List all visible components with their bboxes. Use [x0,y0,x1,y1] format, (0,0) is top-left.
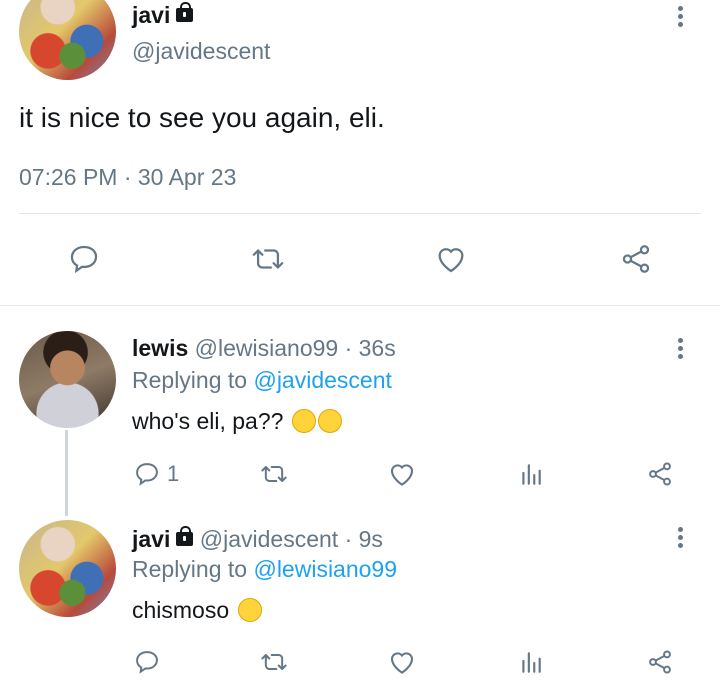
rolling-eyes-emoji [237,598,262,622]
lock-icon [176,2,194,22]
like-icon[interactable] [385,646,419,678]
lock-icon [176,526,194,546]
handle-time[interactable]: @lewisiano99 · 36s [195,335,396,361]
author-line: javi @javidescent · 9s [132,524,383,554]
share-icon[interactable] [643,646,677,678]
reply-count: 1 [167,461,180,486]
divider [0,305,720,306]
reply-text: chismoso [132,595,262,625]
replying-to: Replying to @javidescent [132,365,392,395]
more-options-icon[interactable] [678,338,684,362]
analytics-icon[interactable] [516,646,546,678]
share-icon[interactable] [616,241,656,277]
thread-line [65,430,68,516]
retweet-icon[interactable] [246,241,290,277]
reply-text-content: chismoso [132,597,230,623]
tweet-text: it is nice to see you again, eli. [19,102,385,133]
timestamp[interactable]: 07:26 PM · 30 Apr 23 [19,164,236,191]
avatar[interactable] [19,520,116,617]
avatar[interactable] [19,331,116,428]
handle[interactable]: @javidescent [132,38,270,65]
reply-icon[interactable] [130,646,164,678]
hand-over-mouth-emoji [317,409,342,433]
retweet-icon[interactable] [255,646,293,678]
reply-icon[interactable] [64,241,104,277]
author-line: javi [132,0,194,34]
more-options-icon[interactable] [678,6,684,30]
hand-over-mouth-emoji [291,409,316,433]
divider [19,213,701,214]
handle-time[interactable]: @javidescent · 9s [200,526,383,552]
display-name[interactable]: lewis [132,335,188,361]
reply-text-content: who's eli, pa?? [132,408,284,434]
display-name[interactable]: javi [132,2,170,28]
share-icon[interactable] [643,458,677,490]
more-options-icon[interactable] [678,527,684,551]
like-icon[interactable] [385,458,419,490]
mention-link[interactable]: @javidescent [253,367,391,393]
analytics-icon[interactable] [516,458,546,490]
reply-text: who's eli, pa?? [132,406,342,436]
like-icon[interactable] [431,241,471,277]
replying-label: Replying to [132,367,248,393]
reply-icon[interactable] [130,458,164,490]
replying-to: Replying to @lewisiano99 [132,554,397,584]
mention-link[interactable]: @lewisiano99 [253,556,397,582]
author-line: lewis @lewisiano99 · 36s [132,333,396,363]
display-name[interactable]: javi [132,526,170,552]
avatar[interactable] [19,0,116,80]
replying-label: Replying to [132,556,248,582]
retweet-icon[interactable] [255,458,293,490]
